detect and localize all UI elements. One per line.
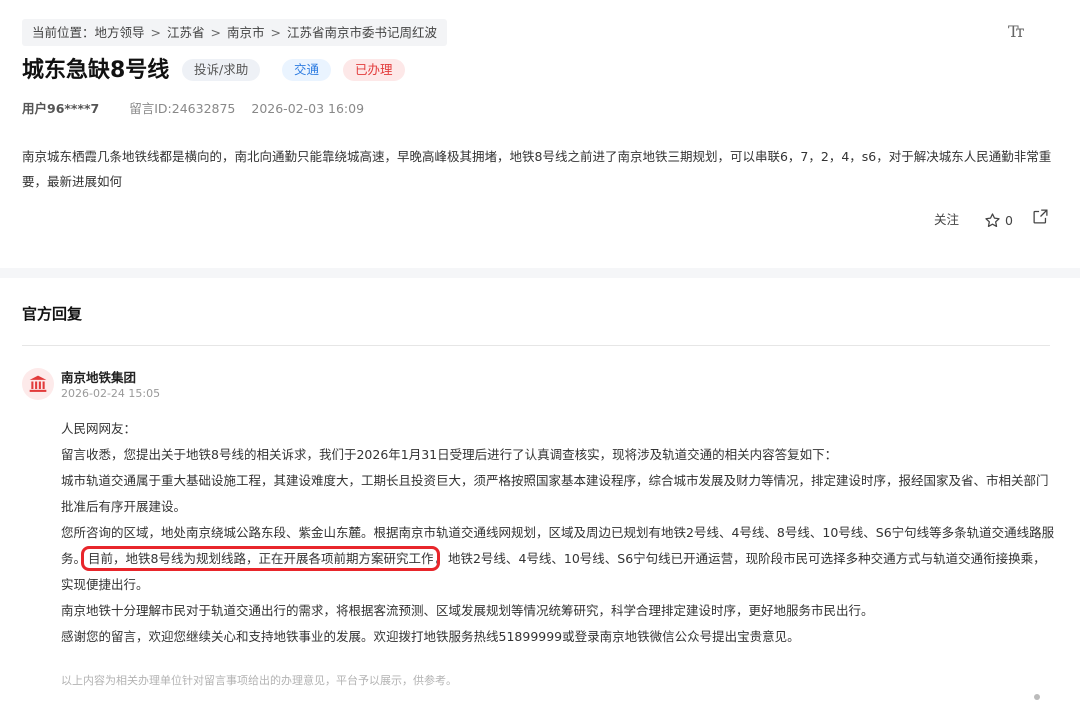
post-meta: 用户96****7 留言ID:24632875 2026-02-03 16:09 [22,98,364,117]
message-id: 留言ID:24632875 [129,101,236,116]
star-button[interactable]: 0 [984,208,1013,232]
reply-paragraph: 南京地铁十分理解市民对于轨道交通出行的需求，将根据客流预测、区域发展规划等情况统… [61,603,874,618]
share-button[interactable] [1032,208,1050,232]
breadcrumb-separator: > [210,25,222,40]
reply-paragraph: 感谢您的留言，欢迎您继续关心和支持地铁事业的发展。欢迎拨打地铁服务热线51899… [61,629,800,644]
star-count: 0 [1005,212,1013,228]
scroll-indicator [1034,694,1040,700]
reply-paragraph: 您所咨询的区域，地处南京绕城公路东段、紫金山东麓。根据南京市轨道交通线网规划，区… [61,520,1055,598]
divider [22,345,1050,346]
breadcrumb-separator: > [150,25,162,40]
post-content: 南京城东栖霞几条地铁线都是横向的，南北向通勤只能靠绕城高速，早晚高峰极其拥堵，地… [22,149,1052,189]
breadcrumb-prefix: 当前位置： [32,25,95,40]
post-title: 城东急缺8号线 [22,58,170,83]
government-building-icon [29,375,47,392]
breadcrumb-separator: > [270,25,282,40]
breadcrumb-item-leaders[interactable]: 地方领导 [95,25,145,40]
follow-button[interactable]: 关注 [934,208,959,232]
official-reply-heading: 官方回复 [22,305,83,323]
font-size-icon[interactable]: Tт [1008,22,1030,44]
share-icon [1033,209,1048,224]
reply-footnote: 以上内容为相关办理单位针对留言事项给出的办理意见，平台予以展示，供参考。 [61,674,457,687]
breadcrumb: 当前位置：地方领导 > 江苏省 > 南京市 > 江苏省南京市委书记周红波 [22,19,448,46]
reply-org-name: 南京地铁集团 [61,370,137,385]
post-datetime: 2026-02-03 16:09 [251,101,365,116]
tag-field: 交通 [282,59,332,81]
reply-time: 2026-02-24 15:05 [61,387,161,400]
avatar [22,368,54,400]
highlighted-answer: 目前，地铁8号线为规划线路，正在开展各项前期方案研究工作 [81,546,441,571]
post-author: 用户96****7 [22,101,100,116]
reply-body: 人民网网友： 留言收悉，您提出关于地铁8号线的相关诉求，我们于2026年1月31… [61,416,1055,650]
reply-paragraph: 留言收悉，您提出关于地铁8号线的相关诉求，我们于2026年1月31日受理后进行了… [61,447,838,462]
breadcrumb-item-leader[interactable]: 江苏省南京市委书记周红波 [287,25,437,40]
star-outline-icon [985,212,1000,227]
reply-paragraph: 城市轨道交通属于重大基础设施工程，其建设难度大，工期长且投资巨大，须严格按照国家… [61,473,1049,514]
status-badge: 已办理 [343,59,405,81]
tag-category: 投诉/求助 [182,59,261,81]
breadcrumb-item-city[interactable]: 南京市 [227,25,265,40]
breadcrumb-item-province[interactable]: 江苏省 [167,25,205,40]
reply-greeting: 人民网网友： [61,421,137,436]
